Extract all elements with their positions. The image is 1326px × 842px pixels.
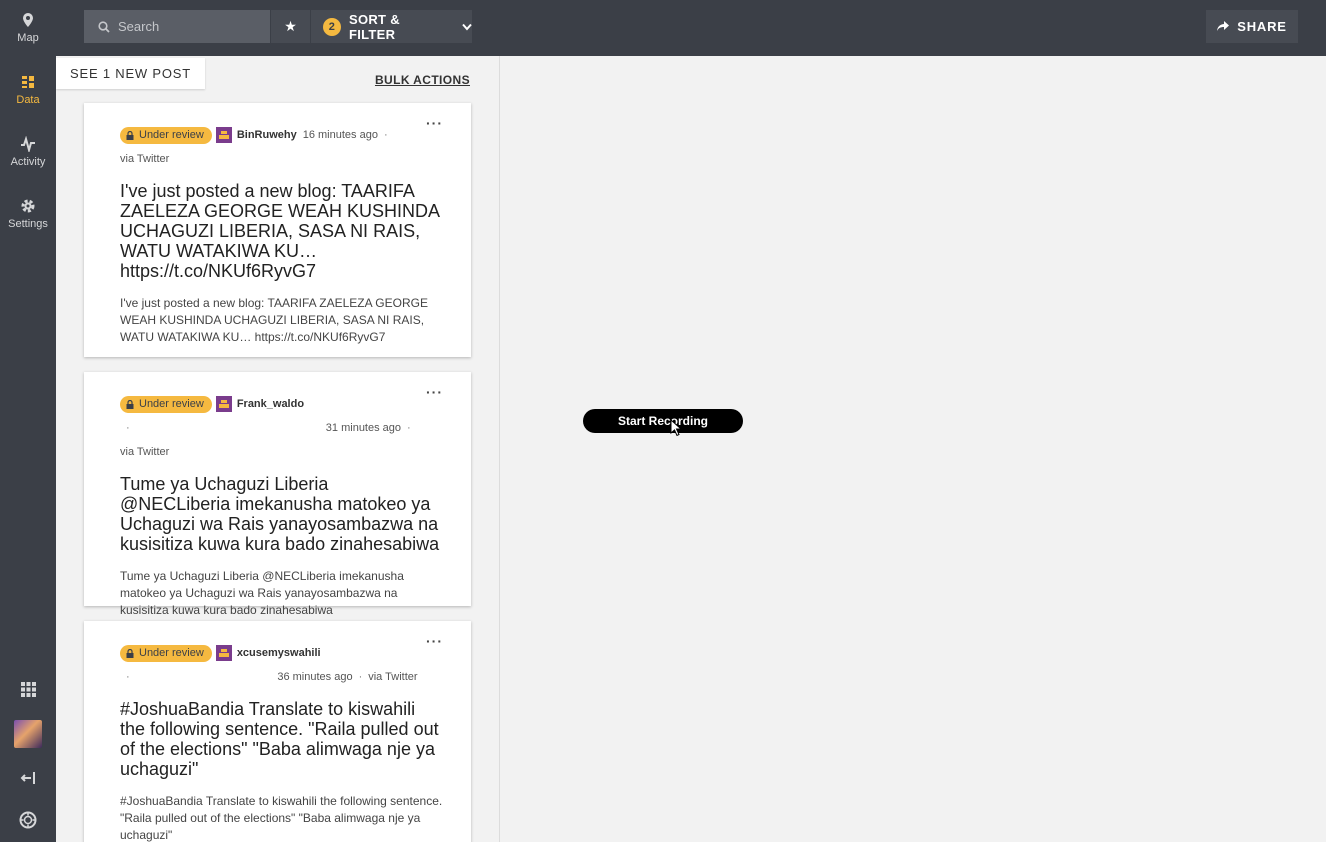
post-meta: Under review BinRuwehy 16 minutes ago · …: [120, 123, 443, 171]
lock-icon: [126, 399, 134, 409]
status-label: Under review: [139, 647, 204, 659]
post-time: 36 minutes ago: [277, 671, 353, 683]
post-source: via Twitter: [120, 446, 170, 458]
sidebar-item-label: Activity: [10, 156, 46, 168]
status-label: Under review: [139, 398, 204, 410]
data-list-icon: [0, 74, 56, 92]
chevron-down-icon: [462, 23, 472, 30]
search-icon: [98, 20, 110, 33]
sidebar: Map Data Activity Settings: [0, 0, 56, 842]
status-label: Under review: [139, 129, 204, 141]
post-title[interactable]: I've just posted a new blog: TAARIFA ZAE…: [120, 181, 443, 281]
post-body: Tume ya Uchaguzi Liberia @NECLiberia ime…: [120, 569, 404, 617]
sidebar-item-label: Data: [16, 94, 40, 106]
status-badge: Under review: [120, 126, 212, 144]
post-source: via Twitter: [120, 153, 170, 165]
separator-dot: ·: [126, 422, 130, 434]
sort-filter-label: SORT & FILTER: [348, 11, 400, 42]
post-meta: Under review Frank_waldo · 31 minutes ag…: [120, 392, 443, 464]
status-badge: Under review: [120, 644, 212, 662]
user-avatar-button[interactable]: [0, 720, 56, 748]
post-body: I've just posted a new blog: TAARIFA ZAE…: [120, 296, 428, 344]
sort-filter-button[interactable]: 2 SORT & FILTER: [311, 10, 472, 43]
gear-icon: [0, 198, 56, 216]
post-meta: Under review xcusemyswahili · 36 minutes…: [120, 641, 443, 689]
sidebar-item-label: Map: [17, 32, 39, 44]
grid-icon: [20, 682, 36, 697]
sidebar-item-activity[interactable]: Activity: [0, 135, 56, 168]
post-source: via Twitter: [368, 671, 418, 683]
ushahidi-logo[interactable]: [0, 811, 56, 829]
post-time: 16 minutes ago: [302, 129, 378, 141]
start-recording-button[interactable]: Start Recording: [583, 409, 743, 433]
post-card[interactable]: ··· Under review BinRuwehy 16 minutes ag…: [84, 103, 471, 357]
user-avatar-icon: [215, 645, 232, 661]
post-title[interactable]: Tume ya Uchaguzi Liberia @NECLiberia ime…: [120, 474, 443, 554]
share-label: SHARE: [1237, 19, 1287, 34]
logout-icon: [20, 772, 35, 784]
activity-pulse-icon: [0, 135, 56, 154]
sidebar-item-data[interactable]: Data: [0, 74, 56, 106]
sidebar-item-map[interactable]: Map: [0, 12, 56, 44]
search-input[interactable]: Search: [84, 10, 270, 43]
separator-dot: ·: [383, 129, 388, 141]
share-arrow-icon: [1217, 21, 1230, 31]
sidebar-item-label: Settings: [8, 218, 48, 230]
lock-icon: [126, 130, 134, 140]
separator-dot: ·: [126, 671, 130, 683]
post-author[interactable]: Frank_waldo: [237, 392, 304, 416]
post-time: 31 minutes ago: [325, 422, 402, 434]
lock-icon: [126, 648, 134, 658]
apps-grid-button[interactable]: [0, 682, 56, 697]
post-body: #JoshuaBandia Translate to kiswahili the…: [120, 794, 443, 842]
favorites-button[interactable]: ★: [270, 10, 310, 43]
bulk-actions-link[interactable]: BULK ACTIONS: [375, 73, 470, 87]
top-bar: Search ★ 2 SORT & FILTER SHARE: [56, 0, 1326, 56]
sidebar-item-settings[interactable]: Settings: [0, 198, 56, 230]
star-icon: ★: [284, 18, 297, 34]
separator-dot: ·: [407, 422, 411, 434]
mouse-cursor-icon: [670, 419, 682, 437]
share-button[interactable]: SHARE: [1206, 10, 1298, 43]
see-new-post-button[interactable]: SEE 1 NEW POST: [56, 58, 206, 89]
more-options-icon[interactable]: ···: [426, 384, 443, 400]
more-options-icon[interactable]: ···: [426, 115, 443, 131]
post-author[interactable]: xcusemyswahili: [237, 641, 321, 665]
search-placeholder: Search: [118, 19, 160, 34]
separator-dot: ·: [358, 671, 363, 683]
status-badge: Under review: [120, 395, 212, 413]
post-author[interactable]: BinRuwehy: [237, 123, 297, 147]
ushahidi-logo-icon: [19, 811, 37, 829]
more-options-icon[interactable]: ···: [426, 633, 443, 649]
post-feed: SEE 1 NEW POST BULK ACTIONS ··· Under re…: [56, 56, 500, 842]
logout-button[interactable]: [0, 770, 56, 786]
post-card[interactable]: ··· Under review xcusemyswahili · 36 min…: [84, 621, 471, 842]
post-title[interactable]: #JoshuaBandia Translate to kiswahili the…: [120, 699, 443, 779]
user-avatar-icon: [215, 396, 232, 412]
post-card[interactable]: ··· Under review Frank_waldo · 31 minute…: [84, 372, 471, 617]
filter-count-badge: 2: [323, 17, 341, 36]
map-pin-icon: [0, 12, 56, 30]
avatar: [14, 720, 42, 748]
user-avatar-icon: [215, 127, 232, 143]
